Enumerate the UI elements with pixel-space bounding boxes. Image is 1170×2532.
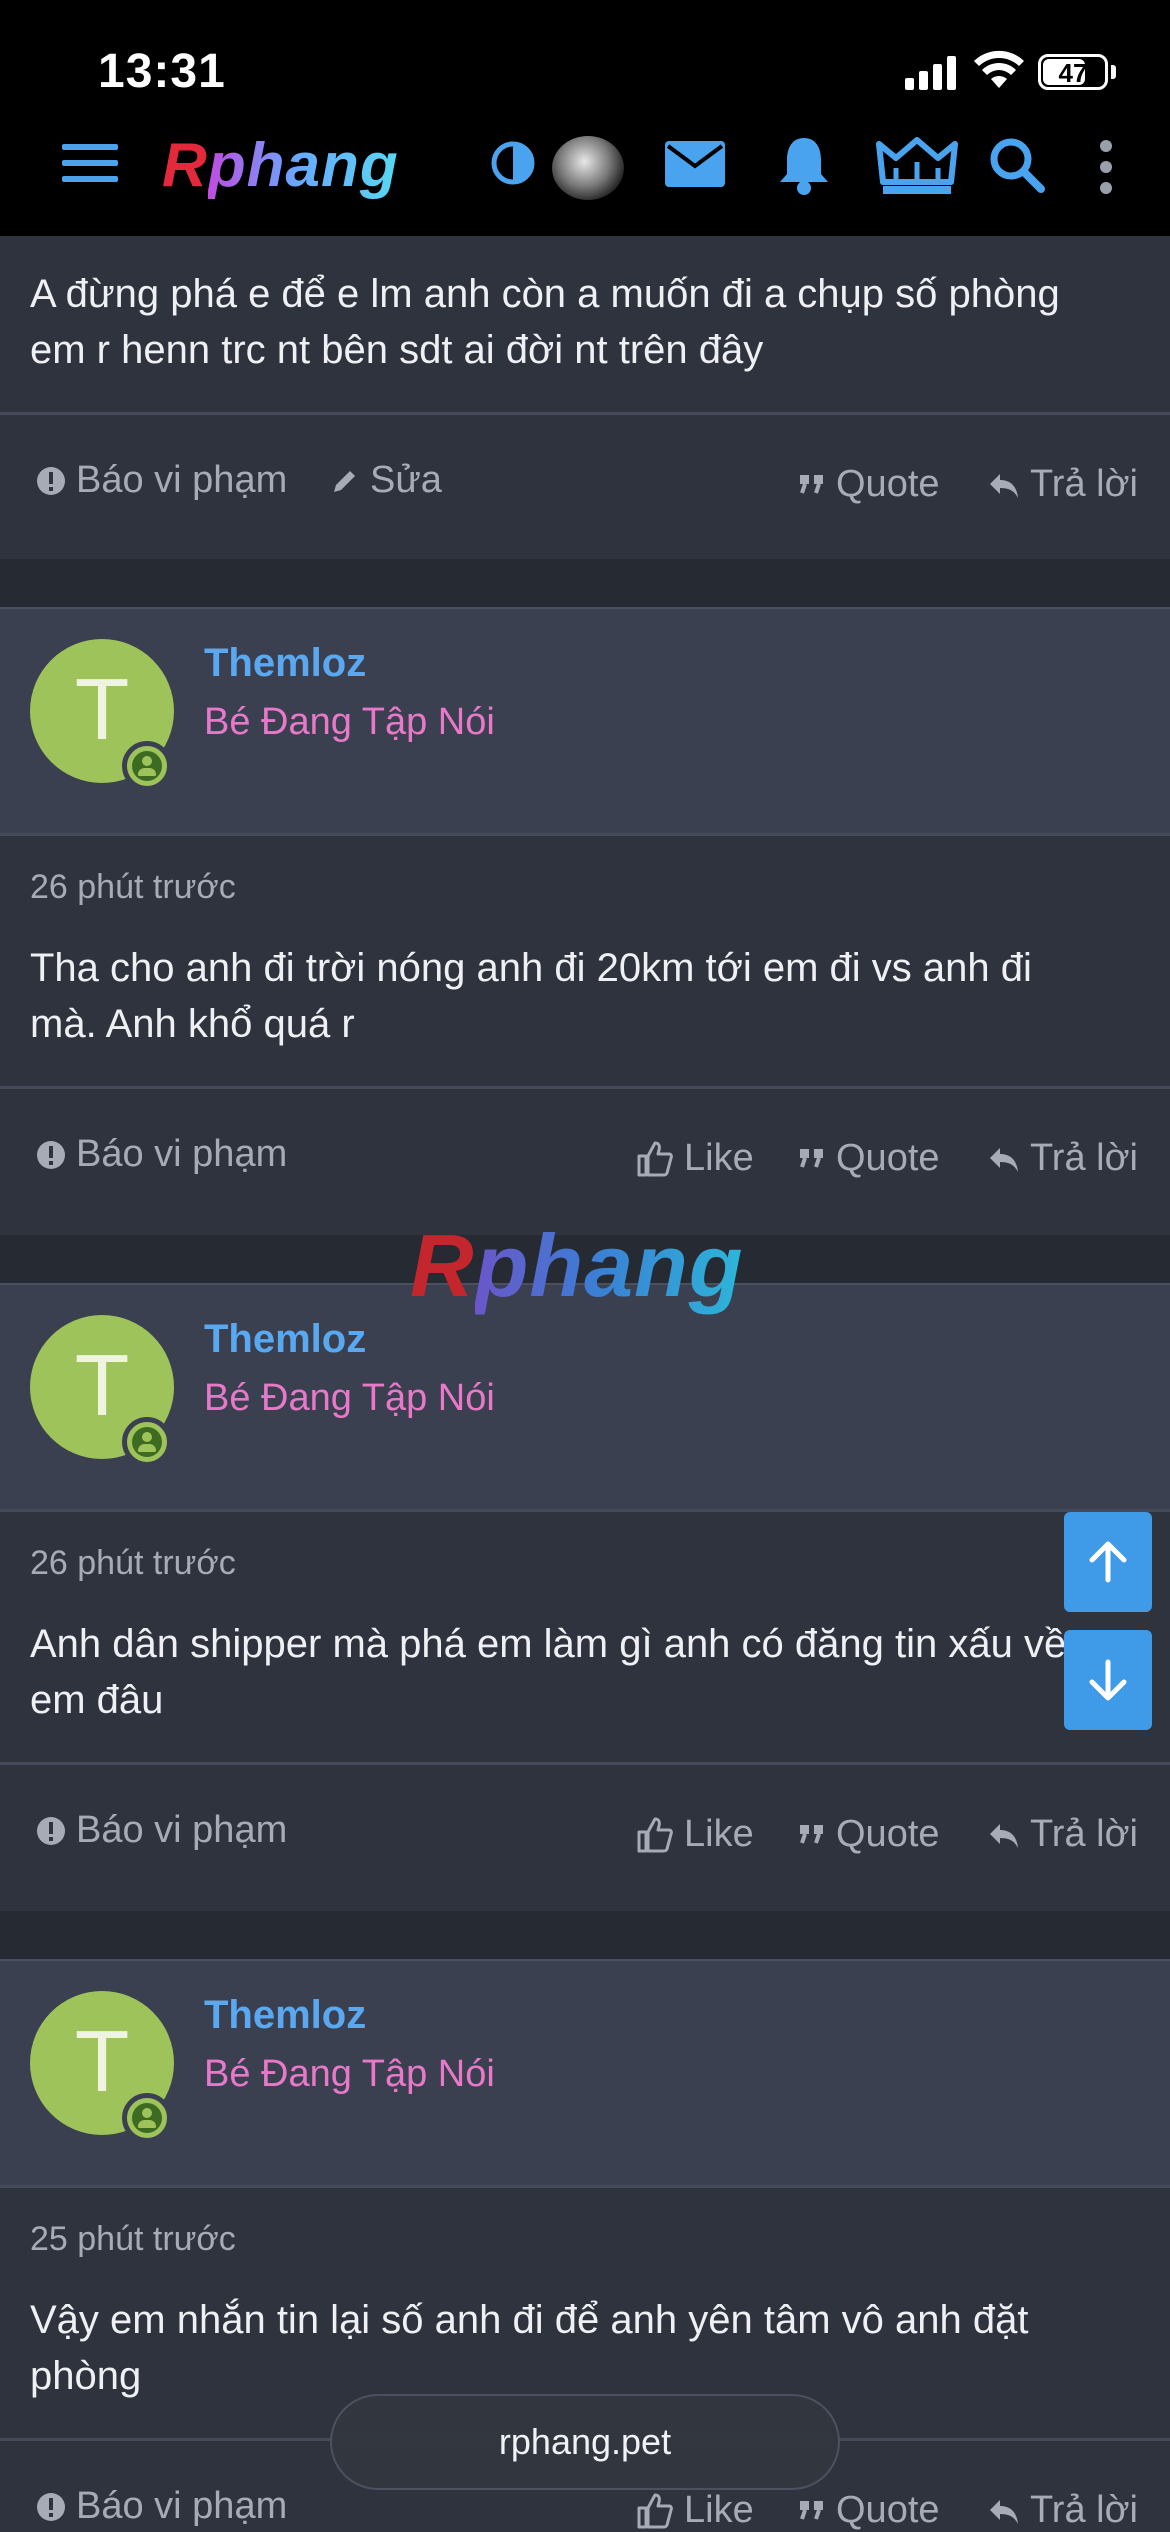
user-title: Bé Đang Tập Nói	[204, 701, 495, 743]
post-body: 26 phút trước Tha cho anh đi trời nóng a…	[0, 836, 1170, 1086]
quote-icon	[800, 1148, 823, 1168]
online-status-icon	[122, 2093, 172, 2143]
crown-icon[interactable]	[874, 136, 960, 198]
report-button[interactable]: Báo vi phạm	[36, 1133, 287, 1176]
status-time: 13:31	[98, 45, 226, 98]
search-icon[interactable]	[988, 136, 1046, 194]
quote-button[interactable]: Quote	[798, 1137, 940, 1180]
alert-icon	[37, 2492, 65, 2521]
pencil-icon	[334, 470, 355, 492]
alert-icon	[37, 466, 65, 495]
username[interactable]: Themloz	[204, 1317, 366, 1362]
quote-button[interactable]: Quote	[798, 1813, 940, 1856]
post-time[interactable]: 25 phút trước	[30, 2220, 236, 2259]
thumbs-up-icon	[637, 1817, 673, 1852]
arrow-down-icon	[1089, 1659, 1127, 1701]
online-status-icon	[122, 741, 172, 791]
reply-button[interactable]: Trả lời	[988, 2489, 1138, 2532]
reply-icon	[990, 1147, 1018, 1172]
quote-button[interactable]: Quote	[798, 463, 940, 506]
post-text: Vậy em nhắn tin lại số anh đi để anh yên…	[30, 2298, 1029, 2398]
reply-icon	[990, 473, 1018, 498]
top-bar: 13:31 47 Rphang	[0, 0, 1170, 236]
theme-toggle-icon[interactable]	[490, 140, 536, 186]
online-status-icon	[122, 1417, 172, 1467]
username[interactable]: Themloz	[204, 641, 366, 686]
report-button[interactable]: Báo vi phạm	[36, 2485, 287, 2528]
watermark-logo: Rphang	[410, 1216, 744, 1315]
like-button[interactable]: Like	[636, 1137, 754, 1180]
avatar[interactable]	[552, 136, 624, 200]
reply-icon	[990, 1823, 1018, 1848]
reply-button[interactable]: Trả lời	[988, 1813, 1138, 1856]
status-bar: 13:31 47	[0, 0, 1170, 135]
more-icon[interactable]	[1096, 138, 1116, 196]
browser-url-bar[interactable]: rphang.pet	[330, 2394, 840, 2490]
quote-button[interactable]: Quote	[798, 2489, 940, 2532]
username[interactable]: Themloz	[204, 1993, 366, 2038]
user-title: Bé Đang Tập Nói	[204, 2053, 495, 2095]
quote-icon	[800, 474, 823, 494]
mail-icon[interactable]	[664, 140, 726, 188]
report-button[interactable]: Báo vi phạm	[36, 459, 287, 502]
post-body: A đừng phá e để e lm anh còn a muốn đi a…	[0, 236, 1170, 412]
quote-icon	[800, 2500, 823, 2520]
thumbs-up-icon	[637, 1141, 673, 1176]
post-time[interactable]: 26 phút trước	[30, 1544, 236, 1583]
post-body: 26 phút trước Anh dân shipper mà phá em …	[0, 1512, 1170, 1762]
alert-icon	[37, 1816, 65, 1845]
cellular-signal-icon	[905, 56, 957, 90]
post-text: A đừng phá e để e lm anh còn a muốn đi a…	[30, 272, 1060, 372]
post-text: Anh dân shipper mà phá em làm gì anh có …	[30, 1622, 1067, 1722]
wifi-icon	[974, 50, 1024, 88]
edit-button[interactable]: Sửa	[330, 459, 442, 502]
like-button[interactable]: Like	[636, 1813, 754, 1856]
post-text: Tha cho anh đi trời nóng anh đi 20km tới…	[30, 946, 1032, 1046]
post-actions: Báo vi phạm Sửa Quote Trả lời	[0, 415, 1170, 559]
like-button[interactable]: Like	[636, 2489, 754, 2532]
scroll-to-bottom-button[interactable]	[1064, 1630, 1152, 1730]
post-time[interactable]: 26 phút trước	[30, 868, 236, 907]
bell-icon[interactable]	[776, 134, 832, 196]
alert-icon	[37, 1140, 65, 1169]
thumbs-up-icon	[637, 2493, 673, 2528]
report-button[interactable]: Báo vi phạm	[36, 1809, 287, 1852]
site-logo[interactable]: Rphang	[162, 130, 399, 201]
arrow-up-icon	[1089, 1541, 1127, 1583]
menu-icon[interactable]	[60, 138, 120, 188]
post-actions: Báo vi phạm Like Quote Trả lời	[0, 1089, 1170, 1235]
quote-icon	[800, 1824, 823, 1844]
battery-icon: 47	[1038, 54, 1108, 90]
post-header: T Themloz Bé Đang Tập Nói	[0, 607, 1170, 833]
post-actions: Báo vi phạm Like Quote Trả lời	[0, 1765, 1170, 1911]
reply-button[interactable]: Trả lời	[988, 463, 1138, 506]
post-header: T Themloz Bé Đang Tập Nói	[0, 1959, 1170, 2185]
user-title: Bé Đang Tập Nói	[204, 1377, 495, 1419]
scroll-to-top-button[interactable]	[1064, 1512, 1152, 1612]
reply-icon	[990, 2499, 1018, 2524]
reply-button[interactable]: Trả lời	[988, 1137, 1138, 1180]
battery-level: 47	[1058, 58, 1088, 88]
